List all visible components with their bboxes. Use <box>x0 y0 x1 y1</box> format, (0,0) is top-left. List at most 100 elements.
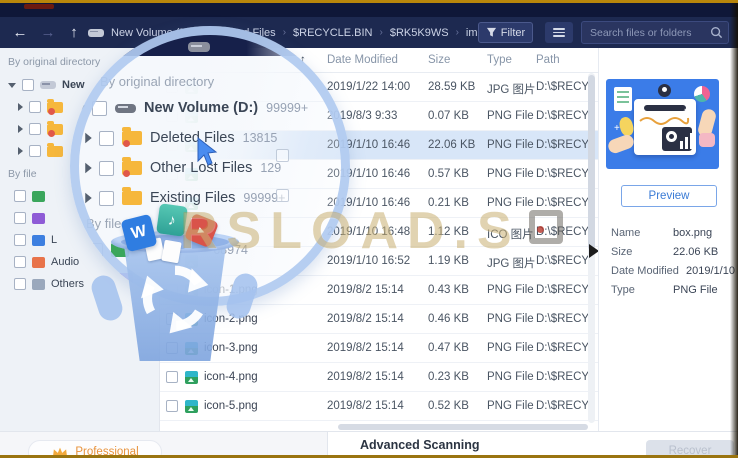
tree-checkbox[interactable] <box>29 145 41 157</box>
row-checkbox[interactable] <box>166 371 178 383</box>
preview-thumbnail[interactable]: + + <box>606 79 719 169</box>
column-date[interactable]: Date Modified <box>327 54 398 66</box>
tree-checkbox[interactable] <box>29 123 41 135</box>
table-row[interactable]: icon-5.png 2019/8/2 15:14 0.52 KB PNG Fi… <box>160 392 598 421</box>
sidebar-item-root[interactable]: New <box>8 77 85 93</box>
sidebar-section-filetype: By file <box>8 168 37 180</box>
sidebar-item-existing[interactable] <box>18 142 63 159</box>
file-type: JPG 图片.. <box>487 84 535 96</box>
expand-arrow-icon[interactable] <box>18 147 23 155</box>
back-arrow-icon[interactable]: ← <box>10 17 30 48</box>
file-path: D:\$RECYCLE. <box>536 81 594 93</box>
file-type: ICO 图片.. <box>487 229 535 241</box>
row-checkbox[interactable] <box>166 400 178 412</box>
professional-button[interactable]: Professional <box>28 440 162 458</box>
filter-button[interactable]: Filter <box>478 22 533 43</box>
column-path[interactable]: Path <box>536 54 560 66</box>
file-date: 2019/8/2 15:14 <box>327 284 404 296</box>
magnified-item-other-lost[interactable]: Other Lost Files 129 <box>85 156 281 180</box>
title-bar <box>0 3 738 17</box>
drive-icon <box>40 81 56 89</box>
breadcrumb-separator: › <box>455 27 459 38</box>
file-size: 1.12 KB <box>428 226 469 238</box>
tree-checkbox[interactable] <box>14 256 26 268</box>
tree-checkbox[interactable] <box>14 234 26 246</box>
tree-checkbox[interactable] <box>88 242 103 258</box>
tree-checkbox[interactable] <box>92 100 107 116</box>
sidebar-section-original: By original directory <box>8 56 101 68</box>
collapse-arrow-icon[interactable] <box>8 82 16 88</box>
search-input[interactable] <box>588 22 706 43</box>
horizontal-scrollbar-thumb[interactable] <box>338 424 588 430</box>
folder-icon <box>47 142 63 157</box>
advanced-scanning-title: Advanced Scanning <box>360 438 480 452</box>
detail-label: Size <box>611 246 633 258</box>
menu-button[interactable] <box>545 22 573 43</box>
illustration-donut <box>666 131 677 142</box>
search-icon[interactable] <box>710 26 723 39</box>
tree-checkbox[interactable] <box>14 212 26 224</box>
preview-button-label: Preview <box>648 190 690 202</box>
file-path: D:\$RECYCLE.E <box>536 197 594 209</box>
deleted-folder-icon <box>47 98 63 115</box>
vertical-scrollbar-thumb[interactable] <box>588 75 595 250</box>
tree-checkbox[interactable] <box>22 79 34 91</box>
tree-checkbox[interactable] <box>14 278 26 290</box>
file-path: D:\$RECYCLE.E <box>536 371 594 383</box>
preview-button[interactable]: Preview <box>621 185 717 207</box>
sidebar-item-type-2[interactable] <box>14 210 51 226</box>
detail-value: 2019/1/10 16:46 <box>686 265 738 277</box>
magnified-item-deleted[interactable]: Deleted Files 13815 <box>85 126 277 150</box>
professional-label: Professional <box>75 446 139 458</box>
file-path: D:\$RECYCLE.E <box>536 139 594 151</box>
detail-label: Name <box>611 227 641 239</box>
sparkle-icon: + <box>684 105 690 116</box>
magnified-item-root[interactable]: New Volume (D:) 99999+ <box>74 96 308 120</box>
file-type: PNG File <box>487 110 534 122</box>
tree-checkbox[interactable] <box>99 160 114 176</box>
illustration-bar <box>680 141 683 149</box>
file-size: 0.52 KB <box>428 400 469 412</box>
file-size: 22.06 KB <box>428 139 476 151</box>
file-date: 2019/8/2 15:14 <box>327 400 404 412</box>
sidebar-item-others[interactable]: Others <box>14 276 84 292</box>
deleted-folder-icon <box>122 157 142 177</box>
tree-label: Deleted Files <box>150 130 235 146</box>
sidebar-item-deleted-files[interactable] <box>18 98 63 115</box>
tree-checkbox[interactable] <box>99 190 114 206</box>
illustration-line <box>617 91 629 93</box>
table-row[interactable]: icon-3.png 2019/8/2 15:14 0.47 KB PNG Fi… <box>160 334 598 363</box>
funnel-icon <box>486 27 496 37</box>
tree-checkbox[interactable] <box>29 101 41 113</box>
detail-value: 22.06 KB <box>673 246 719 258</box>
expand-arrow-icon[interactable] <box>18 125 23 133</box>
tree-checkbox[interactable] <box>14 190 26 202</box>
sidebar-item-type-1[interactable] <box>14 188 51 204</box>
detail-value: PNG File <box>673 284 718 296</box>
forward-arrow-icon[interactable]: → <box>38 17 58 48</box>
breadcrumb-separator: › <box>379 27 383 38</box>
search-box <box>581 21 729 44</box>
file-date: 2019/1/22 14:00 <box>327 81 411 93</box>
expand-arrow-icon[interactable] <box>85 192 92 204</box>
file-type: PNG File <box>487 284 534 296</box>
table-row[interactable]: icon-4.png 2019/8/2 15:14 0.23 KB PNG Fi… <box>160 363 598 392</box>
column-type[interactable]: Type <box>487 54 512 66</box>
expand-arrow-icon[interactable] <box>85 162 92 174</box>
file-path: D:\$RECYCLE.E <box>536 226 594 238</box>
tree-checkbox[interactable] <box>99 130 114 146</box>
detail-label: Date Modified <box>611 265 679 277</box>
sidebar-item-other-lost[interactable] <box>18 120 63 137</box>
magnified-drive-icon <box>188 42 210 52</box>
sidebar-item-audio[interactable]: Audio <box>14 254 79 270</box>
recover-button[interactable]: Recover <box>646 440 734 455</box>
expand-arrow-icon[interactable] <box>85 132 92 144</box>
collapse-arrow-icon[interactable] <box>74 104 86 112</box>
illustration-bar <box>685 137 688 149</box>
tree-count: 99999+ <box>266 101 309 115</box>
sidebar-item-type-3[interactable]: L <box>14 232 57 248</box>
expand-arrow-icon[interactable] <box>18 103 23 111</box>
illustration-header <box>644 105 686 111</box>
column-size[interactable]: Size <box>428 54 450 66</box>
breadcrumb-item[interactable]: $RK5K9WS <box>390 27 449 39</box>
